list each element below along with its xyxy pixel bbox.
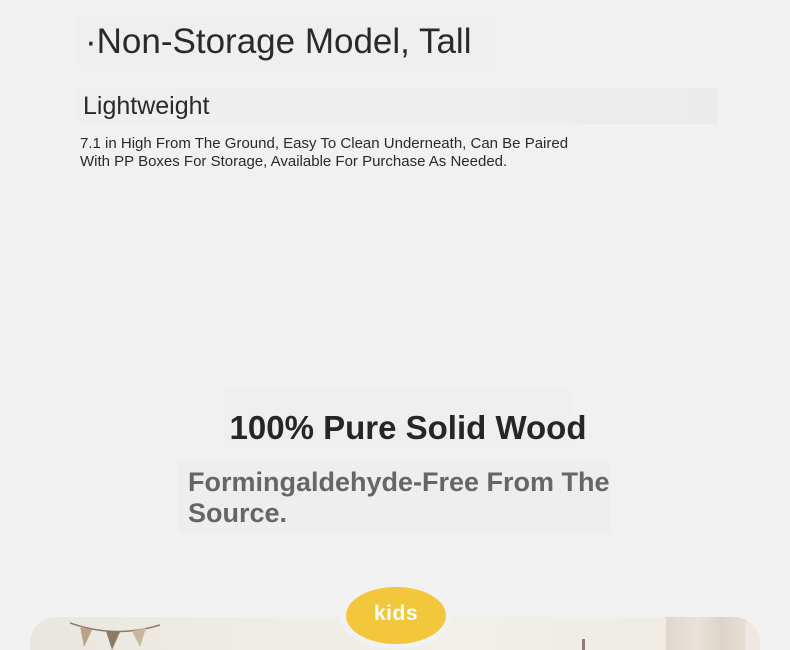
feature-subtitle: Formingaldehyde-Free From The Source. — [188, 467, 610, 528]
product-detail-page: ·Non-Storage Model, Tall Lightweight 7.1… — [0, 0, 790, 650]
curtain-decoration — [666, 617, 746, 650]
product-title: ·Non-Storage Model, Tall — [85, 22, 472, 61]
bunting-decoration — [70, 622, 160, 650]
bed-post — [582, 639, 585, 650]
product-description: 7.1 in High From The Ground, Easy To Cle… — [80, 135, 569, 170]
product-subtitle: Lightweight — [83, 92, 210, 120]
kids-badge-label: kids — [373, 602, 419, 625]
kids-badge: kids — [346, 587, 446, 644]
feature-title: 100% Pure Solid Wood — [229, 409, 587, 446]
